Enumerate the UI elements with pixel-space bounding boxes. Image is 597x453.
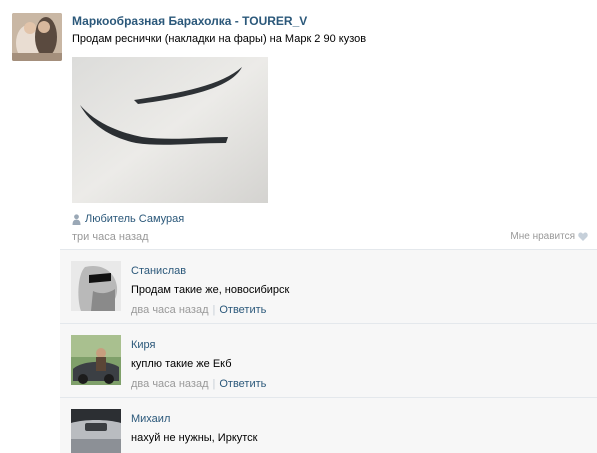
group-name-link[interactable]: Маркообразная Барахолка - TOURER_V (72, 14, 307, 28)
reply-button[interactable]: Ответить (219, 304, 266, 316)
person-icon (72, 213, 81, 225)
replies-list: Станислав Продам такие же, новосибирск д… (60, 249, 597, 453)
reply-text: куплю такие же Екб (131, 358, 232, 370)
reply-author-link[interactable]: Станислав (131, 265, 186, 277)
reply-text: нахуй не нужны, Иркутск (131, 432, 258, 444)
like-button[interactable]: Мне нравится (510, 231, 588, 242)
reply-avatar[interactable] (71, 335, 121, 385)
meta-separator: | (212, 304, 216, 316)
reply-avatar[interactable] (71, 409, 121, 453)
post-time[interactable]: три часа назад (72, 231, 149, 243)
heart-icon (578, 232, 588, 241)
meta-separator: | (212, 378, 216, 390)
reply-item: Киря куплю такие же Екб два часа назад | О… (60, 324, 597, 398)
reply-item: Станислав Продам такие же, новосибирск д… (60, 250, 597, 324)
reply-author-link[interactable]: Киря (131, 339, 156, 351)
post-photo[interactable] (72, 57, 268, 203)
signer-name-link[interactable]: Любитель Самурая (85, 213, 184, 225)
reply-author-link[interactable]: Михаил (131, 413, 170, 425)
like-label: Мне нравится (510, 231, 575, 242)
post-header: Маркообразная Барахолка - TOURER_V Прода… (12, 13, 587, 63)
reply-button[interactable]: Ответить (219, 378, 266, 390)
post-text: Продам реснички (накладки на фары) на Ма… (72, 33, 367, 45)
reply-meta: два часа назад | Ответить (131, 378, 266, 390)
reply-meta: два часа назад | Ответить (131, 304, 266, 316)
reply-avatar[interactable] (71, 261, 121, 311)
reply-time[interactable]: два часа назад (131, 378, 208, 390)
reply-text: Продам такие же, новосибирск (131, 284, 290, 296)
reply-time[interactable]: два часа назад (131, 304, 208, 316)
post-signer: Любитель Самурая (72, 212, 184, 226)
group-avatar[interactable] (12, 13, 62, 61)
reply-item: Михаил нахуй не нужны, Иркутск (60, 398, 597, 453)
